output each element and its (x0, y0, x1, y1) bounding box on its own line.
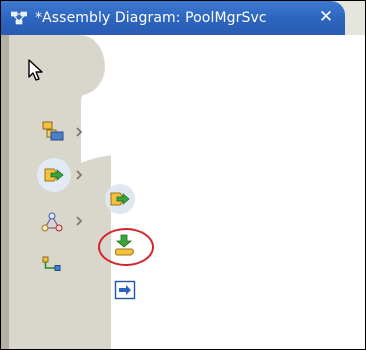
chevron-right-icon (76, 170, 83, 180)
editor-tab[interactable]: *Assembly Diagram: PoolMgrSvc ✕ (1, 1, 345, 35)
editor-tab-bar: *Assembly Diagram: PoolMgrSvc ✕ (1, 1, 365, 35)
triangle-nodes-icon[interactable] (41, 211, 63, 233)
reference-arrow-icon[interactable] (114, 279, 136, 301)
editor-tab-title: *Assembly Diagram: PoolMgrSvc (35, 10, 267, 26)
palette-background (1, 35, 111, 349)
assembly-diagram-icon (11, 11, 27, 25)
chevron-right-icon (76, 216, 83, 226)
arrow-pointer-icon[interactable] (23, 57, 49, 83)
chevron-right-icon (76, 127, 83, 137)
export-arrow-icon[interactable] (109, 188, 131, 210)
export-import-icon[interactable] (43, 164, 65, 186)
components-icon[interactable] (42, 120, 64, 142)
wire-connection-icon[interactable] (41, 254, 63, 276)
editor-window: *Assembly Diagram: PoolMgrSvc ✕ (0, 0, 366, 350)
close-icon[interactable]: ✕ (317, 7, 335, 27)
highlight-circle (98, 228, 154, 266)
